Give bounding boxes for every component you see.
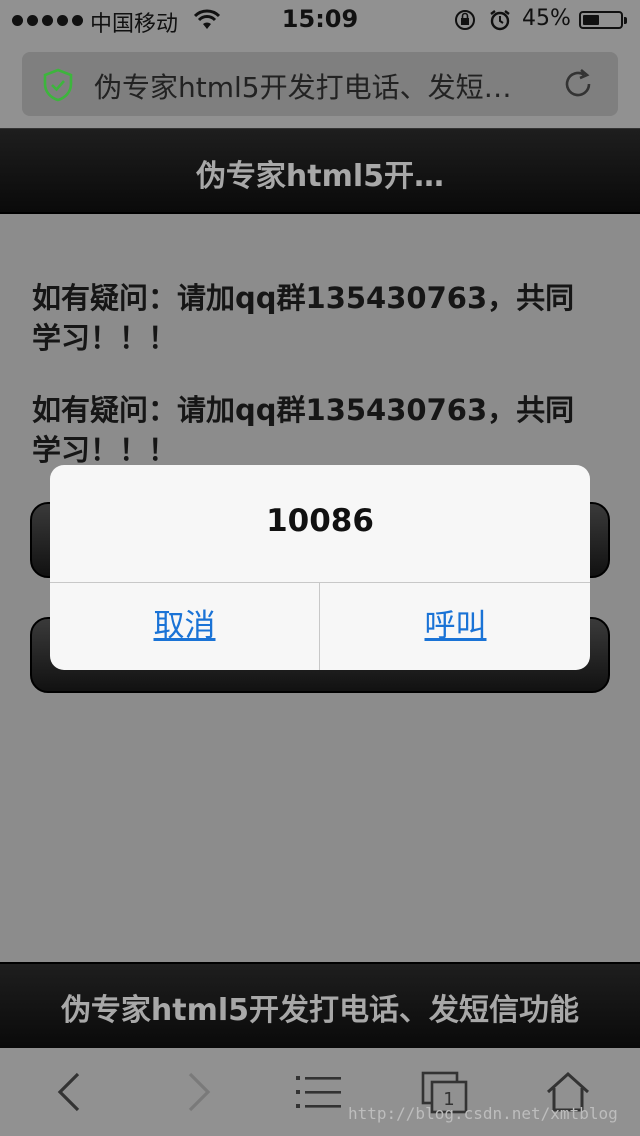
help-paragraph: 如有疑问：请加qq群135430763，共同学习！！！ [32,281,575,355]
rotation-lock-icon [453,9,477,37]
battery-percent: 45% [522,6,571,31]
cancel-button[interactable]: 取消 [50,583,319,670]
address-text[interactable]: 伪专家html5开发打电话、发短… [94,66,512,106]
page-header: 伪专家html5开… [0,128,640,214]
alarm-icon [488,9,512,37]
address-bar[interactable]: 伪专家html5开发打电话、发短… [22,52,618,116]
dialog-button-divider [319,582,320,670]
page-footer: 伪专家html5开发打电话、发短信功能 [0,962,640,1048]
battery-icon [579,11,627,29]
browser-address-area: 伪专家html5开发打电话、发短… [0,40,640,128]
watermark-text: http://blog.csdn.net/xmtblog [348,1104,618,1123]
reload-icon[interactable] [560,66,596,106]
call-button[interactable]: 呼叫 [321,583,590,670]
help-paragraph: 如有疑问：请加qq群135430763，共同学习！！！ [32,393,575,467]
footer-title: 伪专家html5开发打电话、发短信功能 [60,993,580,1028]
call-confirm-dialog: 10086 取消 呼叫 [50,465,590,670]
back-icon[interactable] [52,1070,86,1118]
forward-icon[interactable] [182,1070,216,1118]
status-bar: 中国移动 15:09 45% [0,0,640,40]
bookmarks-icon[interactable] [296,1070,342,1118]
secure-shield-icon [42,68,74,106]
page-title: 伪专家html5开… [195,159,445,194]
dialog-phone-number: 10086 [266,503,374,539]
